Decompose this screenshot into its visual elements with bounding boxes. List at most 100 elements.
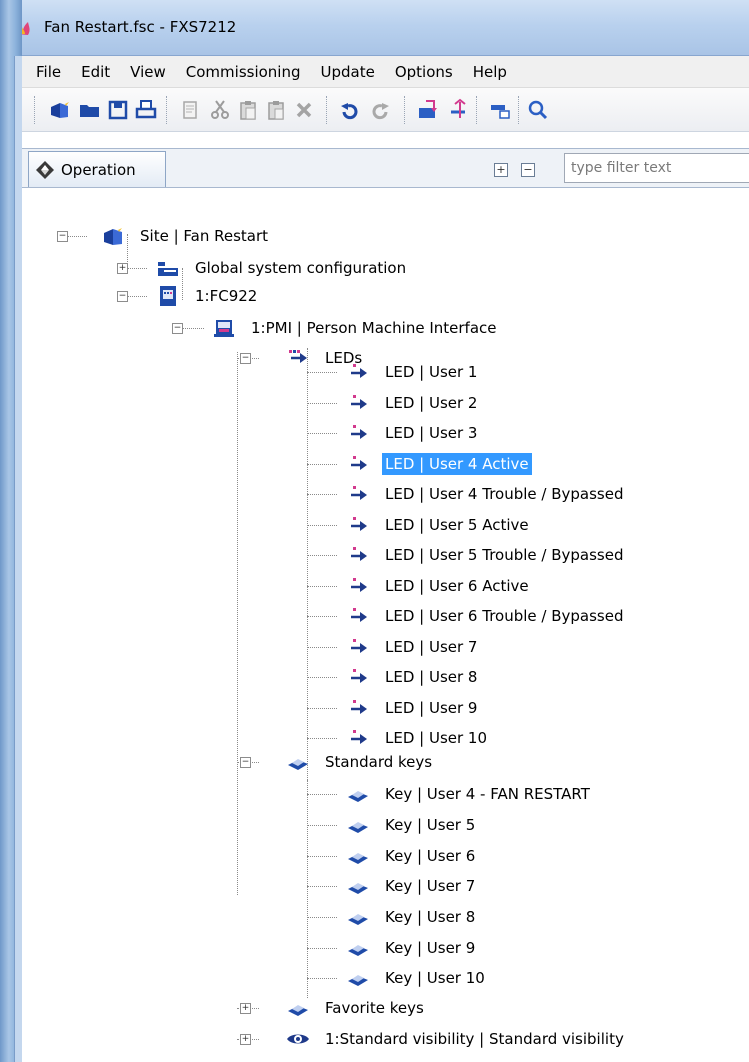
cut-icon[interactable] <box>208 98 232 122</box>
tree-node-key[interactable]: Key | User 7 <box>346 872 478 900</box>
led-label: LED | User 5 Active <box>385 516 529 534</box>
print-icon[interactable] <box>134 98 158 122</box>
tree-label: 1:PMI | Person Machine Interface <box>251 319 497 337</box>
delete-icon[interactable] <box>292 98 316 122</box>
tree-node-led[interactable]: LED | User 1 <box>346 358 480 386</box>
redo-icon[interactable] <box>368 98 392 122</box>
tree-label: 1:Standard visibility | Standard visibil… <box>325 1030 624 1048</box>
collapse-all-button[interactable]: − <box>521 163 535 177</box>
tree-node-led-selected[interactable]: LED | User 4 Active <box>346 450 532 478</box>
menu-file[interactable]: File <box>26 63 71 81</box>
expander-favorite-keys[interactable]: + <box>240 1003 251 1014</box>
key-label: Key | User 6 <box>385 847 476 865</box>
tree-node-favorite-keys[interactable]: Favorite keys <box>286 994 427 1022</box>
led-icon <box>346 452 370 476</box>
pmi-icon <box>212 316 236 340</box>
tree-node-led[interactable]: LED | User 2 <box>346 389 480 417</box>
tree-node-key[interactable]: Key | User 5 <box>346 811 478 839</box>
expander-standard-keys[interactable]: − <box>240 757 251 768</box>
window-left-frame <box>0 0 22 1062</box>
expander-site[interactable]: − <box>57 231 68 242</box>
led-icon <box>346 391 370 415</box>
led-label: LED | User 6 Active <box>385 577 529 595</box>
undo-icon[interactable] <box>338 98 362 122</box>
export-icon[interactable] <box>446 98 470 122</box>
tree-node-key[interactable]: Key | User 6 <box>346 842 478 870</box>
tree-label: 1:FC922 <box>195 287 258 305</box>
title-bar: Fan Restart.fsc - FXS7212 <box>0 0 749 56</box>
key-label: Key | User 10 <box>385 969 485 987</box>
menu-help[interactable]: Help <box>463 63 517 81</box>
paste-icon[interactable] <box>236 98 260 122</box>
operation-tab-label: Operation <box>61 160 136 179</box>
operation-tab[interactable]: Operation <box>28 151 166 187</box>
site-tree: − Site | Fan Restart + Global system con… <box>30 190 749 1062</box>
paste-special-icon[interactable] <box>264 98 288 122</box>
expander-global[interactable]: + <box>117 263 128 274</box>
tree-node-led[interactable]: LED | User 5 Active <box>346 511 532 539</box>
tree-node-led[interactable]: LED | User 3 <box>346 419 480 447</box>
tree-node-led[interactable]: LED | User 9 <box>346 694 480 722</box>
expander-pmi[interactable]: − <box>172 323 183 334</box>
key-icon <box>346 874 370 898</box>
led-icon <box>346 482 370 506</box>
site-icon <box>101 224 125 248</box>
led-label: LED | User 5 Trouble / Bypassed <box>385 546 624 564</box>
leds-group-icon <box>286 346 310 370</box>
expander-visibility[interactable]: + <box>240 1034 251 1045</box>
toolbar <box>22 88 749 132</box>
tree-node-key[interactable]: Key | User 4 - FAN RESTART <box>346 780 593 808</box>
import-icon[interactable] <box>416 98 440 122</box>
copy-icon[interactable] <box>178 98 202 122</box>
new-icon[interactable] <box>48 98 72 122</box>
tree-node-key[interactable]: Key | User 10 <box>346 964 488 992</box>
menu-commissioning[interactable]: Commissioning <box>176 63 311 81</box>
expand-all-button[interactable]: + <box>494 163 508 177</box>
operation-panel-header: Operation + − type filter text <box>22 148 749 188</box>
key-icon <box>346 813 370 837</box>
menu-edit[interactable]: Edit <box>71 63 120 81</box>
tree-node-fc922[interactable]: 1:FC922 <box>156 282 260 310</box>
filter-input[interactable]: type filter text <box>564 153 749 183</box>
tree-label: Site | Fan Restart <box>140 227 269 245</box>
tree-node-led[interactable]: LED | User 6 Active <box>346 572 532 600</box>
led-label: LED | User 2 <box>385 394 478 412</box>
led-label: LED | User 4 Active <box>382 453 532 475</box>
open-icon[interactable] <box>78 98 102 122</box>
led-icon <box>346 726 370 750</box>
key-icon <box>346 936 370 960</box>
tree-node-key[interactable]: Key | User 9 <box>346 934 478 962</box>
menu-options[interactable]: Options <box>385 63 463 81</box>
keys-group-icon <box>286 996 310 1020</box>
key-label: Key | User 4 - FAN RESTART <box>385 785 590 803</box>
tree-node-pmi[interactable]: 1:PMI | Person Machine Interface <box>212 314 500 342</box>
tree-node-key[interactable]: Key | User 8 <box>346 903 478 931</box>
key-label: Key | User 5 <box>385 816 476 834</box>
window-title: Fan Restart.fsc - FXS7212 <box>44 18 237 36</box>
properties-icon[interactable] <box>488 98 512 122</box>
search-icon[interactable] <box>526 98 550 122</box>
led-icon <box>346 513 370 537</box>
tree-node-standard-keys[interactable]: Standard keys <box>286 748 435 776</box>
led-label: LED | User 4 Trouble / Bypassed <box>385 485 624 503</box>
toolbar-grip <box>34 96 36 124</box>
menu-view[interactable]: View <box>120 63 176 81</box>
tree-node-standard-visibility[interactable]: 1:Standard visibility | Standard visibil… <box>286 1025 627 1053</box>
application-window: Fan Restart.fsc - FXS7212 File Edit View… <box>0 0 749 1062</box>
key-icon <box>346 905 370 929</box>
led-icon <box>346 604 370 628</box>
save-icon[interactable] <box>106 98 130 122</box>
tree-node-site[interactable]: Site | Fan Restart <box>101 222 271 250</box>
expander-leds[interactable]: − <box>240 353 251 364</box>
menu-update[interactable]: Update <box>311 63 385 81</box>
expander-fc922[interactable]: − <box>117 291 128 302</box>
tree-node-led[interactable]: LED | User 5 Trouble / Bypassed <box>346 541 627 569</box>
tree-node-led[interactable]: LED | User 7 <box>346 633 480 661</box>
menu-bar: File Edit View Commissioning Update Opti… <box>22 56 749 88</box>
led-label: LED | User 3 <box>385 424 478 442</box>
tree-node-led[interactable]: LED | User 6 Trouble / Bypassed <box>346 602 627 630</box>
control-panel-icon <box>156 284 180 308</box>
tree-node-led[interactable]: LED | User 4 Trouble / Bypassed <box>346 480 627 508</box>
tree-node-global-config[interactable]: Global system configuration <box>156 254 409 282</box>
tree-node-led[interactable]: LED | User 8 <box>346 663 480 691</box>
